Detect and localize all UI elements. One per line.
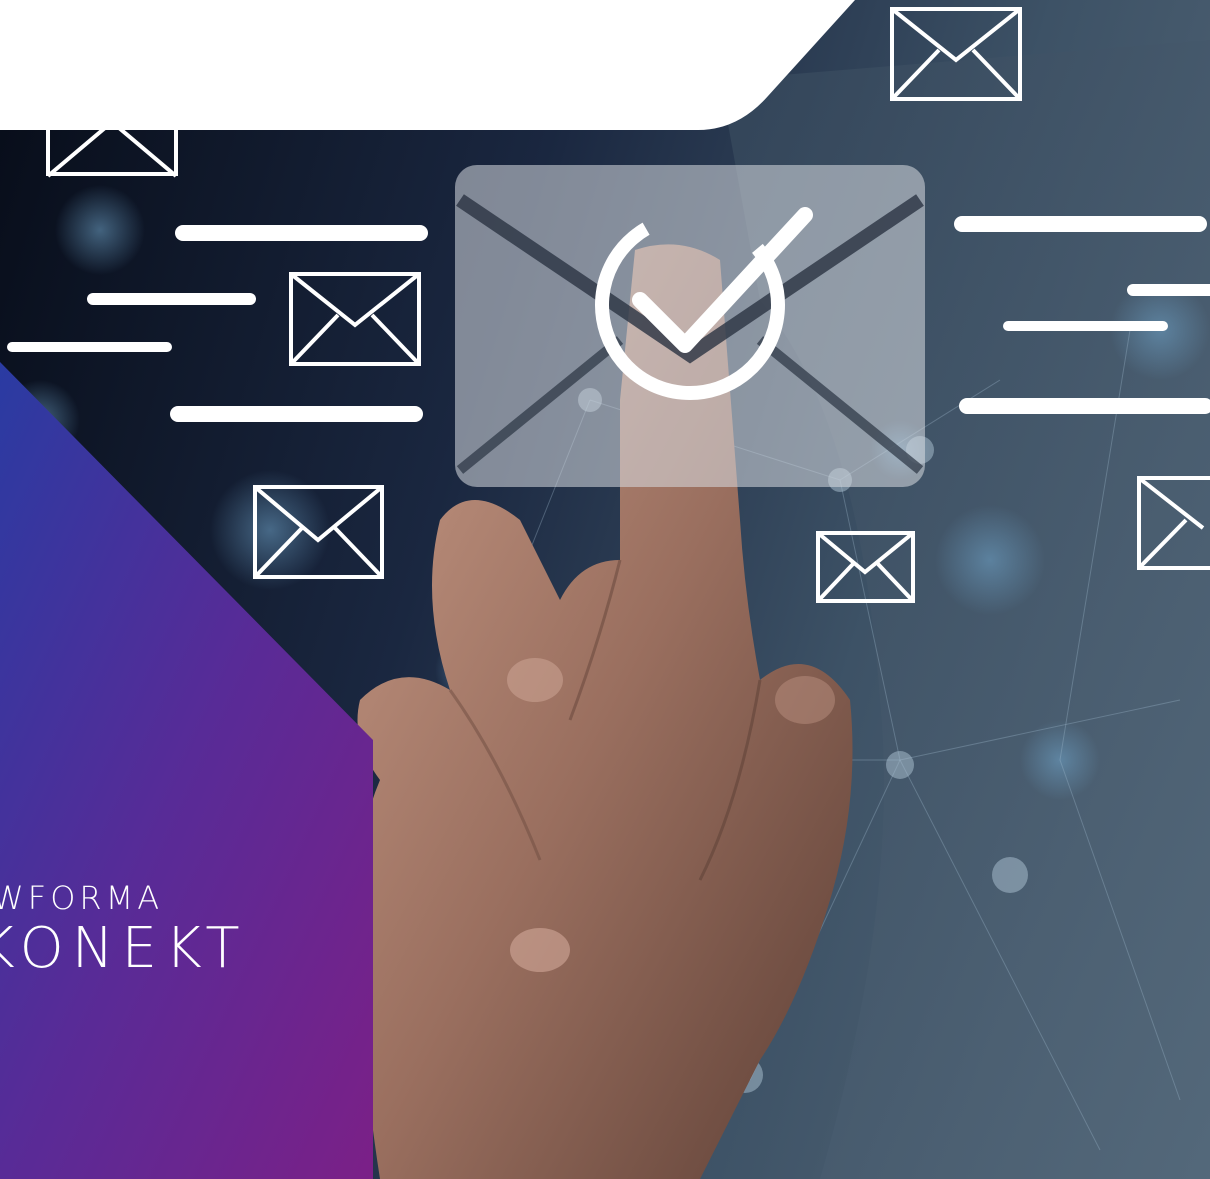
brand-wordmark-top: NEWFORMA [0, 879, 164, 917]
brand-logo: NEWFORMA KONEKT [0, 878, 270, 980]
brand-wordmark-bottom: KONEKT [0, 916, 248, 981]
header-panel [0, 0, 855, 130]
hero-banner: NEWFORMA KONEKT [0, 0, 1210, 1179]
email-marketing-photo [0, 0, 1210, 1179]
envelope-check-icon [455, 165, 925, 487]
